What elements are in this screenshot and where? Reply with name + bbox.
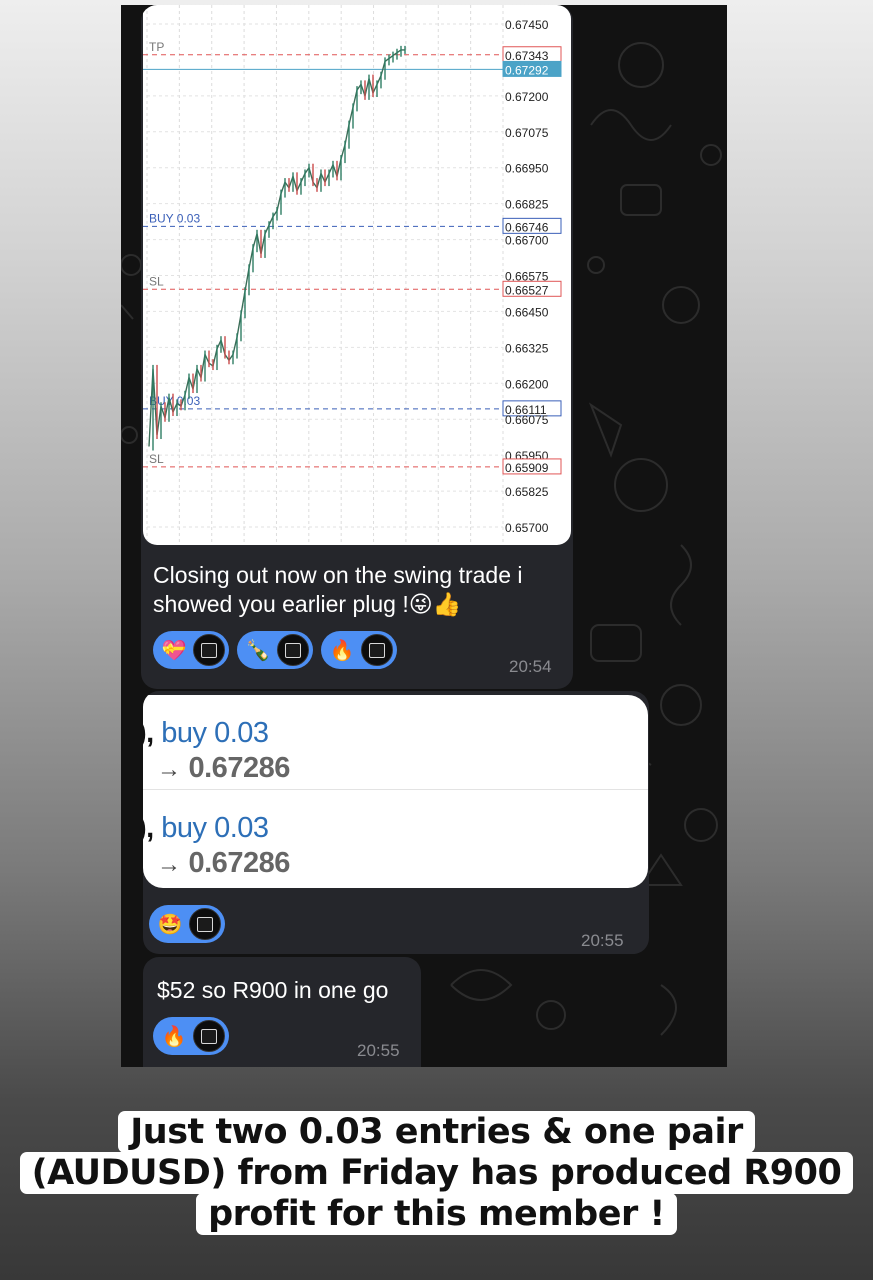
chart-message-bubble[interactable]: 0.67450 0.67343 0.67292 0.67200 0.67075 0.669… [141, 5, 573, 689]
message-time: 20:55 [357, 1041, 400, 1060]
avatar-badge [193, 634, 225, 666]
order-line-label: BUY 0.03 [149, 211, 200, 225]
price-axis-label: 0.66950 [505, 162, 549, 176]
avatar-badge [193, 1020, 225, 1052]
fire-emoji: 🔥 [161, 1024, 187, 1048]
price-axis-label: 0.65825 [505, 485, 549, 499]
message-time: 20:54 [509, 657, 552, 676]
chat-screen: 0.67450 0.67343 0.67292 0.67200 0.67075 0.669… [121, 5, 727, 1067]
trade-action: buy 0.03 [161, 717, 269, 749]
reaction-pill[interactable]: 🤩 [149, 905, 225, 943]
message-text: Closing out now on the swing trade i sho… [153, 562, 523, 617]
order-line-label: SL [149, 452, 164, 466]
price-axis-label: 0.65909 [505, 461, 549, 475]
price-axis-label: 0.66450 [505, 305, 549, 319]
quote-message-bubble[interactable]: ), buy 0.03 → 0.67286 ), buy 0.03 → 0.6728… [143, 691, 649, 954]
champagne-emoji: 🍾 [245, 638, 271, 662]
caption-line: profit for this member ! [196, 1193, 677, 1235]
star-struck-emoji: 🤩 [157, 912, 183, 936]
price-axis-label: 0.66825 [505, 198, 549, 212]
order-line-label: TP [149, 40, 164, 54]
caption-line: (AUDUSD) from Friday has produced R900 [19, 1152, 854, 1194]
trade-lead: ), [143, 812, 154, 844]
price-axis-label: 0.66200 [505, 377, 549, 391]
price-axis-label: 0.67075 [505, 126, 549, 140]
fire-emoji: 🔥 [329, 638, 355, 662]
price-axis-label: 0.66746 [505, 220, 549, 234]
chart-screenshot[interactable]: 0.67450 0.67343 0.67292 0.67200 0.67075 0.669… [143, 5, 571, 545]
story-caption: Just two 0.03 entries & one pair (AUDUSD… [0, 1111, 873, 1235]
price-axis-label: 0.67292 [505, 63, 549, 77]
price-axis-label: 0.67343 [505, 49, 549, 63]
price-axis-label: 0.66075 [505, 413, 549, 427]
quoted-trades-card[interactable]: ), buy 0.03 → 0.67286 ), buy 0.03 → 0.6728… [143, 695, 648, 888]
price-series-line [148, 49, 405, 447]
price-axis-label: 0.65700 [505, 521, 549, 535]
avatar-badge [361, 634, 393, 666]
trade-lead: ), [143, 717, 154, 749]
avatar-badge [189, 908, 221, 940]
trade-row: ), buy 0.03 → 0.67286 [143, 789, 648, 884]
price-axis-label: 0.66700 [505, 234, 549, 248]
arrow-right-icon: → [157, 851, 181, 878]
reaction-pill[interactable]: 🔥 [153, 1017, 229, 1055]
arrow-right-icon: → [157, 756, 181, 783]
reaction-pill[interactable]: 🍾 [237, 631, 313, 669]
price-axis-label: 0.67450 [505, 18, 549, 32]
order-line-label: SL [149, 274, 164, 288]
price-axis-label: 0.67200 [505, 90, 549, 104]
reactions-bar: 🤩 [149, 905, 225, 943]
price-axis-label: 0.66527 [505, 283, 549, 297]
reactions-bar: 🔥 [153, 1017, 229, 1055]
caption-line: Just two 0.03 entries & one pair [118, 1111, 755, 1153]
reaction-pill[interactable]: 🔥 [321, 631, 397, 669]
text-message-bubble[interactable]: $52 so R900 in one go 🔥 20:55 [143, 957, 421, 1067]
price-axis-label: 0.66325 [505, 341, 549, 355]
reaction-pill[interactable]: 💝 [153, 631, 229, 669]
price-chart: 0.67450 0.673430.67292 0.67200 0.67075 0.669… [143, 5, 562, 545]
heart-emoji: 💝 [161, 638, 187, 662]
trade-price: 0.67286 [188, 752, 291, 784]
trade-price: 0.67286 [188, 847, 291, 879]
message-text: $52 so R900 in one go [157, 977, 389, 1003]
trade-action: buy 0.03 [161, 812, 269, 844]
reactions-bar: 💝 🍾 🔥 [153, 631, 397, 669]
avatar-badge [277, 634, 309, 666]
message-time: 20:55 [581, 931, 624, 950]
trade-row: ), buy 0.03 → 0.67286 [143, 695, 648, 789]
